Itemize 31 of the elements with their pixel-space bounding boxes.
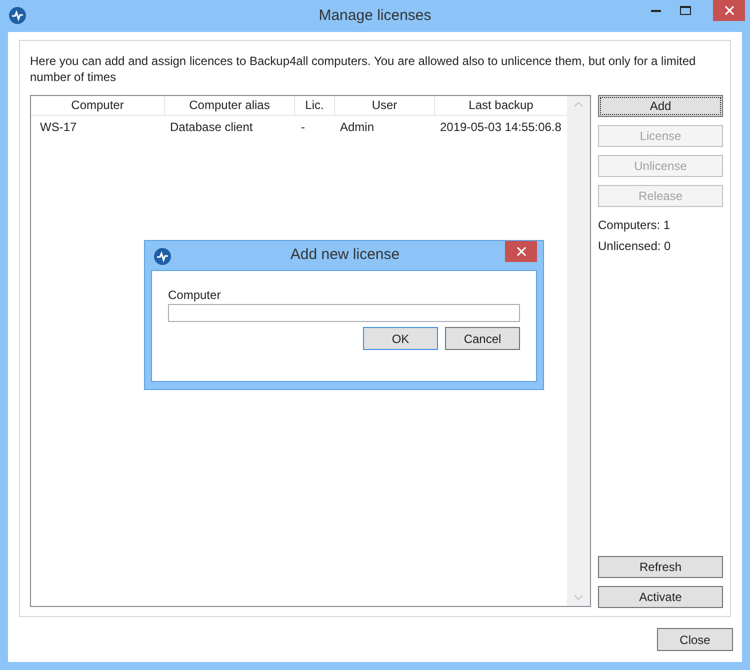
action-button[interactable]: Activate xyxy=(598,586,723,608)
close-dialog-button[interactable] xyxy=(505,241,537,262)
description-text: Here you can add and assign licences to Backup4all computers. You are allowed also to unlicence them, but only for a limited number of times xyxy=(30,53,697,85)
app-logo-icon xyxy=(154,248,171,265)
field-label: Computer xyxy=(168,288,222,303)
stat-label: Computers: 1 xyxy=(598,217,672,233)
column-header[interactable]: Lic. xyxy=(295,96,335,115)
table-cell-text: 2019-05-03 14:55:06.8 xyxy=(439,118,562,136)
close-icon xyxy=(516,247,526,256)
table-cell-text: WS-17 xyxy=(39,118,78,136)
stat-label: Unlicensed: 0 xyxy=(598,238,672,254)
app-logo-icon xyxy=(9,7,26,24)
action-button[interactable]: Refresh xyxy=(598,556,723,578)
maximize-icon[interactable] xyxy=(680,6,691,15)
close-button[interactable]: Close xyxy=(657,628,733,651)
column-header[interactable]: Computer xyxy=(31,96,165,115)
dialog-button[interactable]: OK xyxy=(363,327,438,350)
window-title: Manage licenses xyxy=(318,6,432,26)
table-cell-text: Admin xyxy=(339,118,376,136)
close-window-button[interactable] xyxy=(713,0,745,21)
close-icon xyxy=(724,6,734,15)
dialog-button[interactable]: Cancel xyxy=(445,327,520,350)
action-button[interactable]: Add xyxy=(598,95,723,117)
computer-input-field[interactable] xyxy=(168,304,520,322)
table-cell-text: Database client xyxy=(169,118,254,136)
column-header[interactable]: Computer alias xyxy=(165,96,295,115)
table-cell-text: - xyxy=(300,118,306,136)
minimize-icon[interactable] xyxy=(651,10,661,13)
column-header[interactable]: User xyxy=(335,96,435,115)
column-header[interactable]: Last backup xyxy=(435,96,567,115)
dialog-title: Add new license xyxy=(290,245,400,266)
